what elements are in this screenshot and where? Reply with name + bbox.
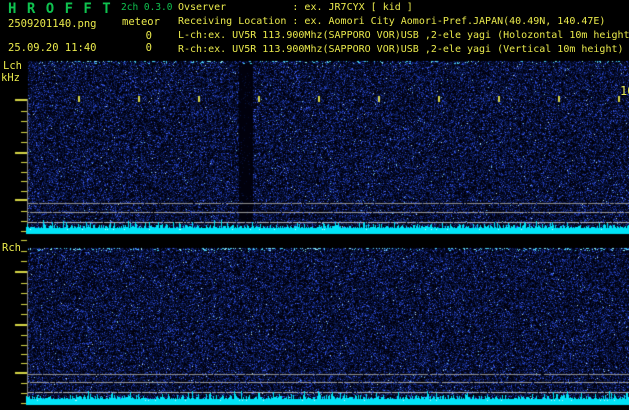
datetime-label: 25.09.20 11:40: [8, 42, 97, 54]
lch-axis-label: Lch: [3, 60, 22, 72]
station-info-block: Ovserver : ex. JR7CYX [ kid ] Receiving …: [178, 1, 629, 57]
rch-info-line: R-ch:ex. UV5R 113.900Mhz(SAPPORO VOR)USB…: [178, 44, 624, 55]
rch-axis-label: Rch: [2, 242, 21, 254]
observer-line: Ovserver : ex. JR7CYX [ kid ]: [178, 2, 413, 13]
clipped-time-label: 10: [620, 84, 629, 98]
mode-label: meteor: [122, 16, 160, 28]
spectrogram-canvas: [0, 0, 629, 410]
meteor-count-upper: 0: [145, 30, 152, 42]
version-label: 2ch 0.3.0: [121, 2, 173, 13]
hrofft-screen: H R O F F T 2ch 0.3.0 2509201140.png met…: [0, 0, 629, 410]
location-line: Receiving Location : ex. Aomori City Aom…: [178, 16, 606, 27]
lch-info-line: L-ch:ex. UV5R 113.900Mhz(SAPPORO VOR)USB…: [178, 30, 629, 41]
khz-unit-label: kHz: [1, 72, 20, 84]
app-title: H R O F F T: [8, 1, 112, 17]
filename-label: 2509201140.png: [8, 18, 97, 30]
meteor-count-lower: 0: [145, 42, 152, 54]
